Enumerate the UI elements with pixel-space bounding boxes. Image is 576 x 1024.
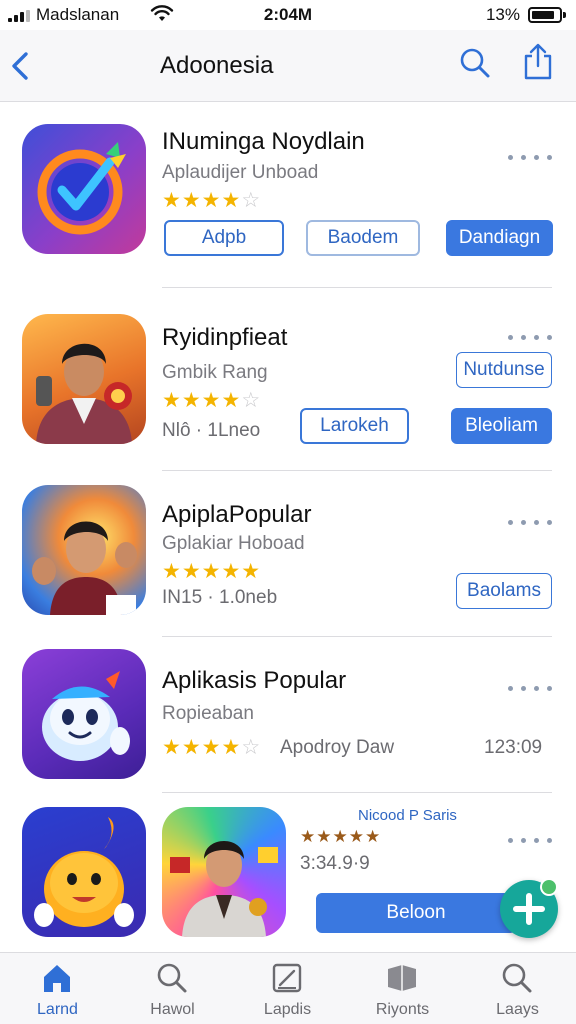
app-icon[interactable] <box>22 314 146 444</box>
tab-label: Hawol <box>150 1001 195 1018</box>
list-item[interactable]: INuminga Noydlain Aplaudijer Unboad ★★★★… <box>0 102 576 288</box>
list-item[interactable]: Aplikasis Popular Ropieaban ★★★★☆ Apodro… <box>0 637 576 793</box>
app-name: INuminga Noydlain <box>162 128 365 155</box>
search-icon[interactable] <box>458 46 492 80</box>
action-button[interactable]: Baodem <box>306 220 420 256</box>
tab-search-2[interactable]: Laays <box>460 953 575 1024</box>
navigation-bar: Adoonesia <box>0 30 576 102</box>
list-item[interactable]: Nicood P Saris ★★★★★ 3:34.9·9 Beloon <box>0 793 576 952</box>
more-options-icon[interactable] <box>508 683 552 693</box>
app-meta: Nlô · 1Lneo <box>162 420 261 441</box>
tab-games[interactable]: Riyonts <box>345 953 460 1024</box>
tab-home[interactable]: Larnd <box>0 953 115 1024</box>
action-button[interactable]: Adpb <box>164 220 284 256</box>
app-subtitle: Gplakiar Hoboad <box>162 533 305 554</box>
rating-stars: ★★★★☆ <box>162 189 262 212</box>
rating-stars: ★★★★★ <box>300 827 382 846</box>
share-icon[interactable] <box>520 42 556 82</box>
more-options-icon[interactable] <box>508 152 552 162</box>
more-options-icon[interactable] <box>508 332 552 342</box>
category-chip[interactable]: Baolams <box>456 573 552 609</box>
app-icon[interactable] <box>22 807 146 937</box>
rating-label: Apodroy Daw <box>280 737 395 758</box>
games-icon <box>388 965 416 991</box>
download-button[interactable]: Dandiagn <box>446 220 553 256</box>
download-button[interactable]: Bleoliam <box>451 408 552 444</box>
rating-stars: ★★★★★ <box>162 560 262 583</box>
app-subtitle: Ropieaban <box>162 703 254 724</box>
action-button[interactable]: Larokeh <box>300 408 409 444</box>
battery-icon <box>528 7 566 23</box>
more-options-icon[interactable] <box>508 835 552 845</box>
edit-icon <box>272 963 302 993</box>
tab-edit[interactable]: Lapdis <box>230 953 345 1024</box>
app-icon[interactable] <box>22 124 146 254</box>
app-name: Aplikasis Popular <box>162 667 347 694</box>
back-chevron-icon[interactable] <box>6 46 36 86</box>
app-name: Ryidinpfieat <box>162 324 288 351</box>
search-icon <box>502 963 532 993</box>
app-icon[interactable] <box>162 807 286 937</box>
list-item[interactable]: Ryidinpfieat Gmbik Rang ★★★★☆ Nlô · 1Lne… <box>0 288 576 471</box>
app-subtitle: Gmbik Rang <box>162 362 268 383</box>
app-subtitle: Aplaudijer Unboad <box>162 162 319 183</box>
app-name: Nicood P Saris <box>358 807 457 824</box>
battery-percent: 13% <box>485 5 520 24</box>
tab-bar: Larnd Hawol Lapdis Riyonts Laays <box>0 952 576 1024</box>
rating-stars: ★★★★☆ <box>162 389 262 412</box>
app-name: ApiplaPopular <box>162 501 312 528</box>
app-meta: IN15 · 1.0neb <box>162 587 278 608</box>
install-button[interactable]: Beloon <box>316 893 516 933</box>
notification-dot <box>540 878 558 896</box>
tab-label: Riyonts <box>375 1001 430 1018</box>
home-icon <box>44 965 70 992</box>
list-item[interactable]: ApiplaPopular Gplakiar Hoboad ★★★★★ IN15… <box>0 471 576 637</box>
app-icon[interactable] <box>22 485 146 615</box>
tab-search[interactable]: Hawol <box>115 953 230 1024</box>
search-icon <box>157 963 187 993</box>
tab-label: Lapdis <box>263 1001 312 1018</box>
page-title: Adoonesia <box>160 52 274 79</box>
app-time: 123:09 <box>484 737 543 758</box>
tab-label: Laays <box>496 1001 539 1018</box>
status-bar: Madslanan 2:04M 13% <box>0 0 576 30</box>
app-meta: 3:34.9·9 <box>300 853 370 874</box>
rating-stars: ★★★★☆ <box>162 736 262 759</box>
more-options-icon[interactable] <box>508 517 552 527</box>
app-icon[interactable] <box>22 649 146 779</box>
tab-label: Larnd <box>37 1001 78 1018</box>
category-chip[interactable]: Nutdunse <box>456 352 552 388</box>
